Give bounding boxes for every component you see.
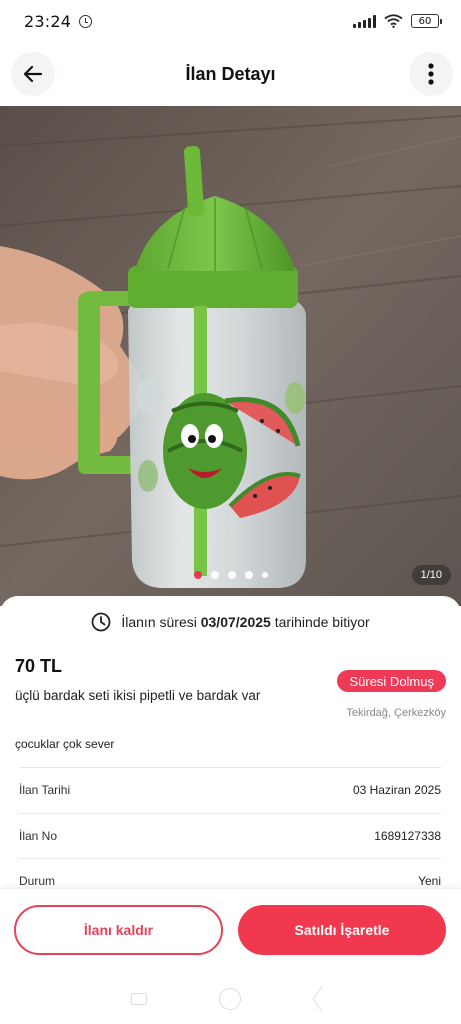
expiry-notice: İlanın süresi 03/07/2025 tarihinde bitiy…: [0, 612, 461, 632]
listing-title: üçlü bardak seti ikisi pipetli ve bardak…: [15, 688, 261, 703]
detail-label: İlan Tarihi: [19, 783, 71, 798]
carousel-dots: [0, 571, 461, 579]
detail-label: İlan No: [19, 828, 58, 843]
detail-value: Yeni: [418, 874, 441, 889]
status-time: 23:24: [24, 11, 72, 31]
recents-icon[interactable]: [131, 993, 148, 1005]
battery-icon: 60: [411, 14, 442, 28]
home-icon[interactable]: [219, 988, 242, 1010]
wifi-icon: [384, 14, 403, 28]
remove-listing-button[interactable]: İlanı kaldır: [14, 905, 223, 955]
system-nav-bar: [0, 974, 461, 1024]
status-indicators: 60: [353, 14, 442, 28]
detail-row: İlan No 1689127338: [19, 812, 441, 859]
carousel-dot[interactable]: [261, 572, 268, 578]
clock-icon: [91, 612, 111, 632]
carousel-dot[interactable]: [210, 571, 219, 579]
system-back-icon[interactable]: [312, 985, 332, 1013]
detail-value: 1689127338: [374, 828, 441, 843]
product-photo: [0, 106, 461, 606]
listing-description: çocuklar çok sever: [15, 737, 115, 751]
action-bar: İlanı kaldır Satıldı İşaretle: [0, 888, 461, 974]
status-bar: 23:24 60: [0, 0, 461, 42]
details-list: İlan Tarihi 03 Haziran 2025 İlan No 1689…: [19, 767, 441, 904]
carousel-dot[interactable]: [244, 571, 253, 579]
alarm-icon: [79, 14, 93, 28]
more-options-button[interactable]: [409, 52, 453, 96]
back-button[interactable]: [11, 52, 55, 96]
carousel-dot[interactable]: [193, 571, 202, 579]
status-badge: Süresi Dolmuş: [337, 670, 446, 692]
signal-icon: [353, 14, 376, 28]
listing-location: Tekirdağ, Çerkezköy: [346, 707, 446, 719]
more-vertical-icon: [428, 63, 434, 85]
arrow-left-icon: [23, 65, 43, 83]
expiry-text: İlanın süresi 03/07/2025 tarihinde bitiy…: [121, 614, 370, 630]
listing-price: 70 TL: [15, 656, 63, 676]
detail-label: Durum: [19, 874, 56, 889]
product-image-carousel[interactable]: 1/10: [0, 106, 461, 606]
image-counter: 1/10: [411, 565, 451, 585]
page-title: İlan Detayı: [185, 63, 276, 84]
expiry-date: 03/07/2025: [200, 614, 271, 630]
carousel-dot[interactable]: [227, 571, 236, 579]
battery-level: 60: [418, 15, 432, 27]
listing-detail-screen: 23:24 60 İlan Detayı 1/10 İlanın süresi …: [0, 0, 461, 1024]
detail-value: 03 Haziran 2025: [352, 783, 441, 798]
app-header: İlan Detayı: [0, 42, 461, 106]
detail-row: İlan Tarihi 03 Haziran 2025: [19, 767, 441, 813]
mark-sold-button[interactable]: Satıldı İşaretle: [238, 905, 446, 955]
